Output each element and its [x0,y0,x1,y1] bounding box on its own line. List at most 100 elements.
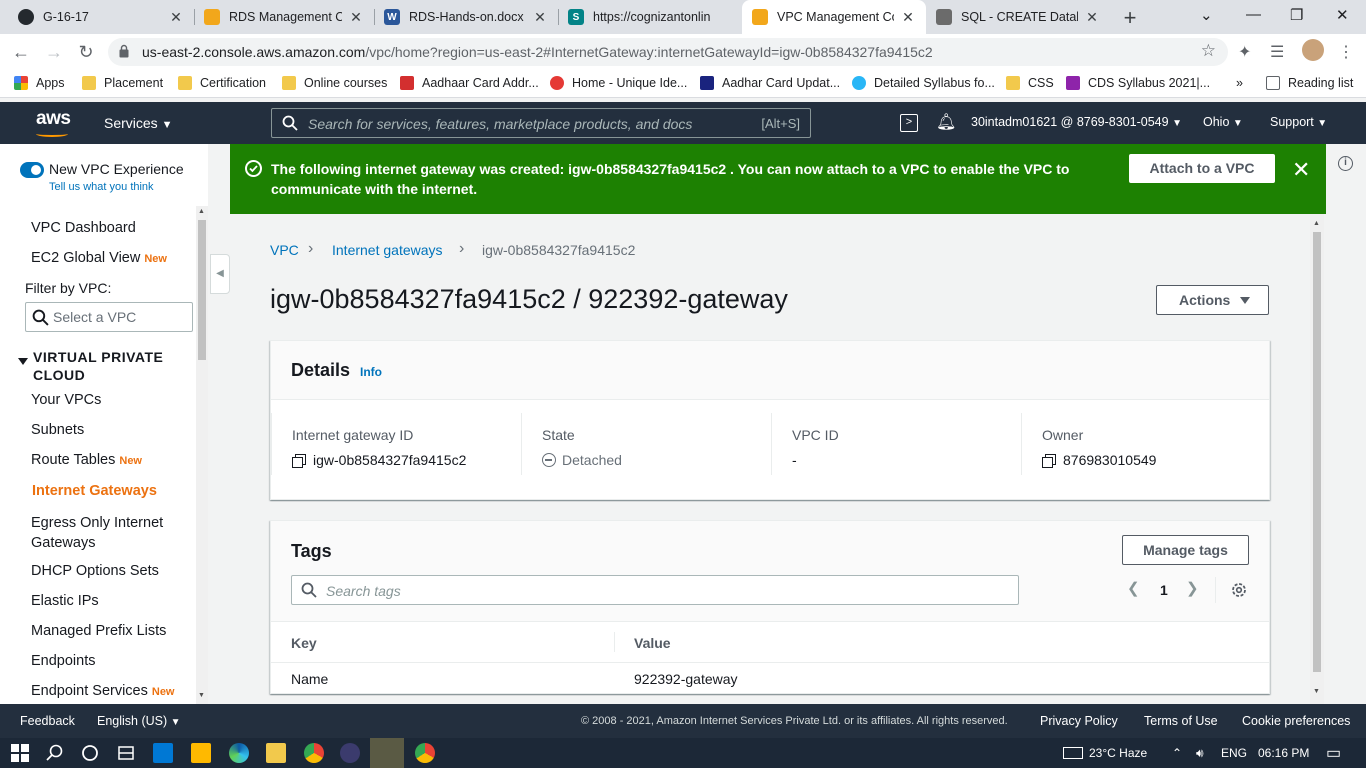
page-number[interactable]: 1 [1160,582,1168,598]
bookmark-online-courses[interactable]: Online courses [282,76,387,90]
sidebar-item-prefix-lists[interactable]: Managed Prefix Lists [31,623,166,639]
bookmark-syllabus[interactable]: Detailed Syllabus fo... [852,76,995,90]
clock[interactable]: 06:16 PM [1258,746,1309,760]
cortana-icon[interactable] [80,743,100,763]
close-icon[interactable]: ✕ [1292,157,1310,183]
store-icon[interactable] [191,743,211,763]
close-tab-icon[interactable]: ✕ [1084,9,1100,26]
weather-widget[interactable]: 23°C Haze [1063,746,1147,760]
cookie-preferences-link[interactable]: Cookie preferences [1242,714,1350,728]
extensions-icon[interactable]: ✦ [1238,42,1251,62]
feedback-link[interactable]: Tell us what you think [49,181,154,193]
restore-button[interactable]: ❐ [1290,6,1303,24]
close-tab-icon[interactable]: ✕ [348,9,364,26]
region-menu[interactable]: Ohio ▼ [1203,115,1243,129]
sidebar-item-elastic-ips[interactable]: Elastic IPs [31,593,99,609]
actions-button[interactable]: Actions [1156,285,1269,315]
collapse-sidebar-button[interactable]: ◀ [210,254,230,294]
new-vpc-experience-toggle[interactable] [20,162,44,178]
bookmark-unique-id[interactable]: Home - Unique Ide... [550,76,687,90]
app-icon[interactable] [340,743,360,763]
reading-mode-icon[interactable]: ☰ [1270,42,1284,62]
scroll-up-icon[interactable]: ▲ [198,208,205,215]
tab-vpc-management[interactable]: VPC Management Con ✕ [742,0,926,34]
privacy-policy-link[interactable]: Privacy Policy [1040,714,1118,728]
vpc-filter-select[interactable]: Select a VPC [25,302,193,332]
column-header-value[interactable]: Value [634,635,671,651]
new-tab-button[interactable]: + [1118,5,1142,31]
tag-search-input[interactable]: Search tags [291,575,1019,605]
bookmark-aadhaar-addr[interactable]: Aadhaar Card Addr... [400,76,539,90]
sidebar-item-your-vpcs[interactable]: Your VPCs [31,392,101,408]
back-button[interactable]: ← [10,41,32,63]
sidebar-item-ec2-global-view[interactable]: EC2 Global View New [31,250,167,266]
windows-start-icon[interactable] [10,743,30,763]
bookmarks-overflow[interactable]: » [1236,76,1243,90]
close-tab-icon[interactable]: ✕ [168,9,184,26]
feedback-button[interactable]: Feedback [20,714,75,728]
scrollbar-thumb[interactable] [1313,232,1321,672]
sidebar-item-endpoint-services[interactable]: Endpoint Services New [31,683,175,699]
sidebar-scrollbar[interactable]: ▲ ▼ [196,206,208,704]
bookmark-cds-syllabus[interactable]: CDS Syllabus 2021|... [1066,76,1210,90]
sidebar-item-route-tables[interactable]: Route Tables New [31,452,142,468]
close-window-button[interactable]: ✕ [1336,6,1349,24]
notifications-icon[interactable]: ▭ [1326,743,1341,763]
account-menu[interactable]: 30intadm01621 @ 8769-8301-0549 ▼ [971,115,1182,129]
menu-icon[interactable]: ⋮ [1338,42,1354,62]
edge-icon[interactable] [229,743,249,763]
caret-down-icon[interactable] [18,358,28,365]
sidebar-item-internet-gateways[interactable]: Internet Gateways [32,483,157,499]
sidebar-item-egress-only-gateways[interactable]: Egress Only Internet Gateways [31,513,191,553]
column-header-key[interactable]: Key [291,635,317,651]
minimize-button[interactable]: — [1246,6,1261,23]
aws-logo[interactable]: aws [36,108,71,137]
profile-avatar[interactable] [1302,39,1324,61]
language-indicator[interactable]: ENG [1221,746,1247,760]
sidebar-item-subnets[interactable]: Subnets [31,422,84,438]
reload-button[interactable]: ↻ [75,41,97,63]
sidebar-item-vpc-dashboard[interactable]: VPC Dashboard [31,220,136,236]
bell-icon[interactable]: 🔔︎ [936,112,956,132]
bookmark-placement[interactable]: Placement [82,76,163,90]
bookmark-star-icon[interactable]: ☆ [1201,41,1216,61]
chrome-icon[interactable] [415,743,435,763]
sidebar-item-dhcp-options[interactable]: DHCP Options Sets [31,563,159,579]
manage-tags-button[interactable]: Manage tags [1122,535,1249,565]
close-tab-icon[interactable]: ✕ [900,9,916,26]
language-menu[interactable]: English (US) ▼ [97,714,181,728]
file-explorer-icon[interactable] [266,743,286,763]
tab-rds[interactable]: RDS Management Con ✕ [194,0,374,34]
bookmark-certification[interactable]: Certification [178,76,266,90]
chevron-right-icon[interactable]: ❯ [1186,579,1199,597]
scrollbar-thumb[interactable] [198,220,206,360]
info-link[interactable]: Info [360,365,382,379]
services-menu[interactable]: Services ▼ [104,115,172,131]
sidebar-item-endpoints[interactable]: Endpoints [31,653,96,669]
tab-sql[interactable]: SQL - CREATE Databas ✕ [926,0,1110,34]
terms-link[interactable]: Terms of Use [1144,714,1218,728]
scroll-up-icon[interactable]: ▲ [1313,220,1320,227]
aws-search-input[interactable]: Search for services, features, marketpla… [271,108,811,138]
volume-icon[interactable]: 🔊︎ [1196,746,1204,761]
cloudshell-icon[interactable]: > [900,114,918,132]
copy-icon[interactable] [292,454,306,468]
section-heading[interactable]: VIRTUAL PRIVATE CLOUD [33,348,193,384]
support-menu[interactable]: Support ▼ [1270,115,1327,129]
forward-button[interactable]: → [43,41,65,63]
attach-to-vpc-button[interactable]: Attach to a VPC [1129,154,1275,183]
task-view-icon[interactable] [116,743,136,763]
breadcrumb-vpc[interactable]: VPC [270,242,299,258]
bookmark-css[interactable]: CSS [1006,76,1054,90]
info-panel-icon[interactable]: i [1338,156,1353,171]
mail-icon[interactable] [153,743,173,763]
url-field[interactable]: us-east-2.console.aws.amazon.com/vpc/hom… [108,38,1228,66]
close-tab-icon[interactable]: ✕ [532,9,548,26]
copy-icon[interactable] [1042,454,1056,468]
tab-search-icon[interactable]: ⌄ [1200,6,1213,24]
scroll-down-icon[interactable]: ▼ [1313,688,1320,695]
chrome-icon[interactable] [304,743,324,763]
bookmark-apps[interactable]: Apps [14,76,65,90]
search-icon[interactable] [45,743,65,763]
gear-icon[interactable] [1231,582,1247,598]
